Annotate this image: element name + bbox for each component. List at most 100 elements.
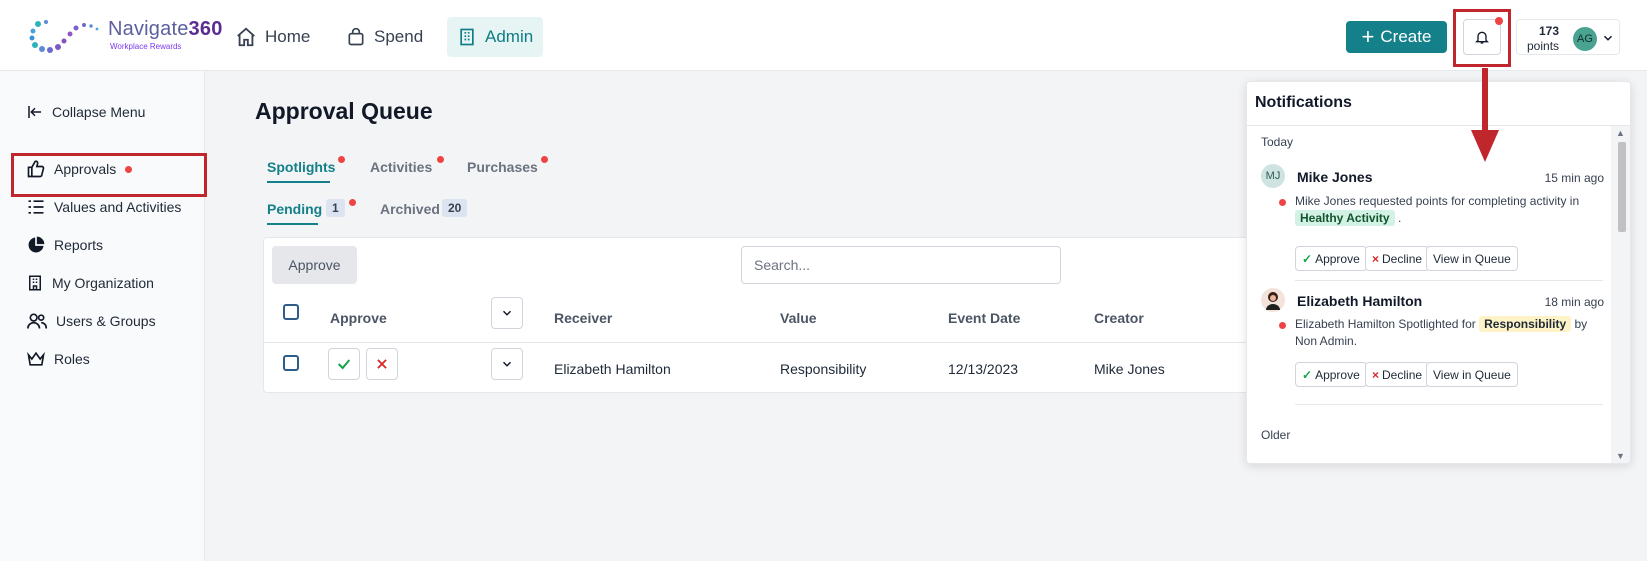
- notification-approve-button[interactable]: ✓ Approve: [1295, 362, 1367, 387]
- column-header-approve: Approve: [330, 310, 387, 326]
- button-label: Approve: [1315, 251, 1360, 266]
- notification-view-in-queue-button[interactable]: View in Queue: [1426, 246, 1518, 271]
- sidebar-item-label: Reports: [54, 237, 104, 253]
- button-label: View in Queue: [1433, 367, 1511, 382]
- row-divider: [264, 342, 1264, 343]
- sidebar-item-users-and-groups[interactable]: Users & Groups: [26, 309, 156, 333]
- tab-purchases[interactable]: Purchases: [467, 159, 538, 175]
- message-suffix: .: [1397, 211, 1402, 225]
- scroll-thumb[interactable]: [1618, 142, 1626, 232]
- tab-spotlights[interactable]: Spotlights: [267, 159, 336, 183]
- notification-time: 18 min ago: [1544, 295, 1604, 309]
- chevron-down-icon: [502, 310, 512, 316]
- check-icon: ✓: [1302, 367, 1313, 382]
- sidebar-item-roles[interactable]: Roles: [26, 347, 90, 371]
- group-label-older: Older: [1261, 428, 1291, 442]
- nav-home-label: Home: [265, 27, 311, 46]
- close-icon: ×: [1372, 367, 1380, 382]
- pending-count-badge: 1: [326, 199, 345, 217]
- group-label-today: Today: [1261, 135, 1294, 149]
- notifications-panel: Notifications Today MJ Mike Jones 15 min…: [1246, 81, 1631, 464]
- column-header-event-date[interactable]: Event Date: [948, 310, 1020, 326]
- logo-mark-icon: [29, 20, 99, 53]
- notification-sender: Elizabeth Hamilton: [1297, 293, 1423, 309]
- notification-divider: [1295, 404, 1603, 405]
- sidebar-item-my-organization[interactable]: My Organization: [26, 271, 154, 295]
- page-title: Approval Queue: [255, 98, 433, 124]
- logo-subtitle: Workplace Rewards: [110, 42, 182, 51]
- row-decline-button[interactable]: [366, 348, 398, 380]
- cell-receiver: Elizabeth Hamilton: [554, 361, 671, 377]
- create-label: Create: [1380, 27, 1432, 46]
- unread-dot: [1495, 17, 1503, 25]
- avatar: MJ: [1261, 164, 1285, 188]
- approvals-highlight-box: [11, 153, 207, 197]
- button-label: Decline: [1382, 367, 1423, 382]
- column-header-receiver[interactable]: Receiver: [554, 310, 612, 326]
- building-icon: [460, 28, 474, 46]
- tab-unread-dot: [541, 156, 548, 163]
- pending-unread-dot: [349, 199, 356, 206]
- archived-count-badge: 20: [442, 199, 468, 217]
- subtab-label: Archived: [380, 201, 440, 217]
- notification-divider: [1295, 280, 1603, 281]
- crown-icon: [27, 351, 45, 366]
- notification-sender: Mike Jones: [1297, 169, 1373, 185]
- nav-spend-label: Spend: [374, 27, 424, 46]
- notifications-header: Notifications: [1247, 82, 1630, 126]
- tab-unread-dot: [338, 156, 345, 163]
- nav-admin[interactable]: Admin: [447, 17, 544, 57]
- tab-label: Activities: [370, 159, 433, 175]
- sidebar-item-label: Values and Activities: [54, 199, 182, 215]
- notification-view-in-queue-button[interactable]: View in Queue: [1426, 362, 1518, 387]
- search-input[interactable]: [741, 246, 1061, 284]
- subtab-pending[interactable]: Pending: [267, 201, 322, 225]
- unread-dot: [1279, 322, 1286, 329]
- notification-decline-button[interactable]: × Decline: [1365, 362, 1430, 387]
- select-all-checkbox[interactable]: [283, 304, 299, 320]
- nav-home[interactable]: Home: [225, 17, 320, 57]
- sidebar: Collapse Menu Approvals Values and Activ…: [0, 71, 205, 561]
- tab-label: Spotlights: [267, 159, 336, 175]
- approval-table: Approve Approve Receiver Value Event Dat…: [263, 237, 1264, 393]
- close-icon: [377, 359, 387, 369]
- user-menu[interactable]: 173 points AG: [1516, 19, 1620, 55]
- scroll-up-icon[interactable]: ▲: [1616, 128, 1625, 138]
- create-button[interactable]: + Create: [1346, 21, 1447, 53]
- scroll-down-icon[interactable]: ▼: [1616, 451, 1625, 461]
- activity-tag: Healthy Activity: [1295, 210, 1395, 226]
- sidebar-item-reports[interactable]: Reports: [26, 233, 103, 257]
- notifications-button[interactable]: [1463, 17, 1503, 55]
- cell-event-date: 12/13/2023: [948, 361, 1019, 377]
- notification-message: Mike Jones requested points for completi…: [1295, 193, 1595, 227]
- collapse-menu-button[interactable]: Collapse Menu: [26, 100, 145, 124]
- tab-unread-dot: [437, 156, 444, 163]
- person-photo-icon: [1266, 292, 1280, 310]
- subtab-archived[interactable]: Archived: [380, 201, 440, 217]
- notification-decline-button[interactable]: × Decline: [1365, 246, 1430, 271]
- points-label: points: [1527, 39, 1560, 53]
- approve-selected-button[interactable]: Approve: [272, 246, 357, 284]
- notifications-scrollbar[interactable]: ▲ ▼: [1611, 126, 1630, 463]
- row-approve-button[interactable]: [328, 348, 360, 380]
- tab-activities[interactable]: Activities: [370, 159, 432, 175]
- nav-spend[interactable]: Spend: [336, 17, 433, 57]
- chevron-down-icon: [1603, 35, 1613, 41]
- points-value: 173: [1538, 24, 1560, 38]
- navigate360-logo[interactable]: Navigate360 Workplace Rewards: [28, 16, 222, 56]
- cell-value: Responsibility: [780, 361, 867, 377]
- row-checkbox[interactable]: [283, 355, 299, 371]
- row-expand-button[interactable]: [491, 348, 523, 380]
- building-icon: [29, 275, 41, 291]
- annotation-arrow-icon: [1471, 68, 1499, 162]
- notification-approve-button[interactable]: ✓ Approve: [1295, 246, 1367, 271]
- column-header-creator[interactable]: Creator: [1094, 310, 1144, 326]
- shopping-bag-icon: [348, 27, 364, 46]
- notifications-title: Notifications: [1255, 94, 1352, 111]
- sidebar-item-values-and-activities[interactable]: Values and Activities: [26, 195, 181, 219]
- chevron-down-icon: [502, 361, 512, 367]
- collapse-menu-label: Collapse Menu: [52, 104, 146, 120]
- close-icon: ×: [1372, 251, 1380, 266]
- column-header-value[interactable]: Value: [780, 310, 817, 326]
- expand-all-button[interactable]: [491, 297, 523, 329]
